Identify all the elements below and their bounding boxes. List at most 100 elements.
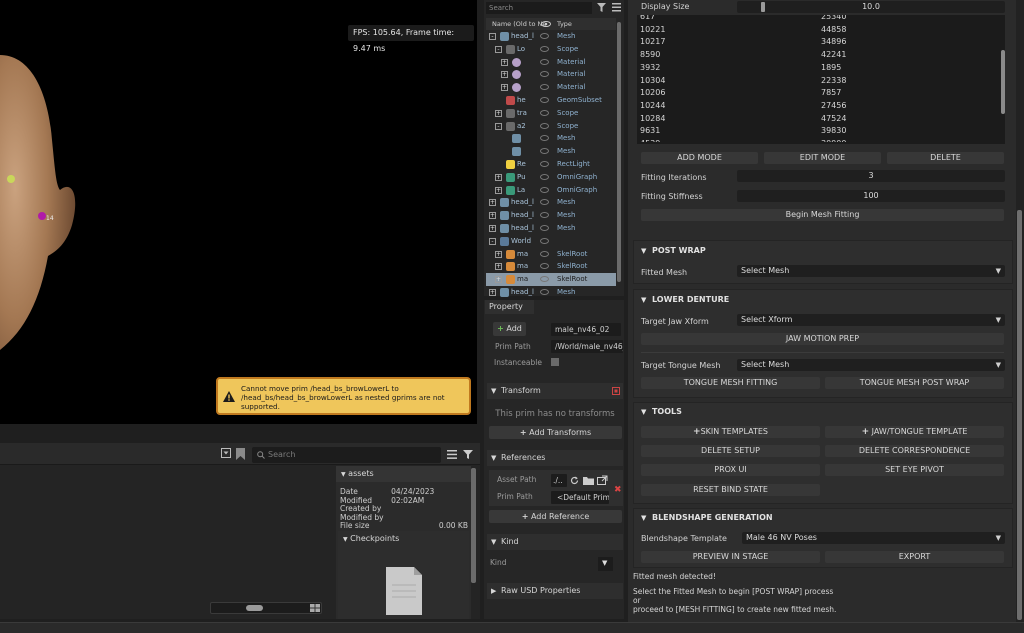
visibility-eye-icon[interactable] (540, 122, 549, 129)
display-size-slider[interactable]: 10.0 (737, 1, 1005, 13)
stage-tree-row[interactable]: - head_l Mesh (486, 30, 616, 43)
scroll-thumb[interactable] (246, 605, 263, 611)
expand-icon[interactable]: + (501, 71, 508, 79)
visibility-eye-icon[interactable] (540, 84, 549, 91)
table-row[interactable]: 10221 44858 (640, 23, 940, 36)
visibility-eye-icon[interactable] (540, 97, 549, 103)
reset-bind-state-button[interactable]: RESET BIND STATE (641, 484, 820, 496)
add-reference-button[interactable]: + Add Reference (489, 510, 622, 523)
set-eye-pivot-button[interactable]: SET EYE PIVOT (825, 464, 1004, 476)
stage-tree-row[interactable]: Mesh (486, 145, 616, 158)
raw-usd-properties-header[interactable]: ▶ Raw USD Properties (487, 583, 623, 599)
visibility-eye-icon[interactable] (540, 250, 549, 257)
visibility-eye-icon[interactable] (540, 186, 549, 193)
kind-header[interactable]: ▼ Kind (487, 534, 623, 550)
column-type[interactable]: Type (557, 18, 572, 30)
table-row[interactable]: 10284 47524 (640, 112, 940, 125)
visibility-eye-icon[interactable] (540, 161, 549, 167)
stage-tree-row[interactable]: + Pu OmniGraph (486, 171, 616, 184)
table-row[interactable]: 10304 22338 (640, 74, 940, 87)
prim-path-field[interactable]: /World/male_nv46_ (551, 340, 623, 353)
stage-tree-row[interactable]: + head_l Mesh (486, 222, 616, 235)
tongue-mesh-fitting-button[interactable]: TONGUE MESH FITTING (641, 377, 820, 389)
export-button[interactable]: EXPORT (825, 551, 1004, 563)
visibility-eye-icon[interactable] (540, 276, 549, 283)
add-button[interactable]: + Add (493, 322, 526, 336)
viewport[interactable]: 14 (0, 0, 477, 424)
expand-icon[interactable]: + (495, 263, 502, 271)
delete-setup-button[interactable]: DELETE SETUP (641, 445, 820, 457)
delete-button[interactable]: DELETE (887, 152, 1004, 164)
visibility-eye-icon[interactable] (540, 135, 549, 142)
asset-path-field[interactable]: ./.. (551, 474, 567, 487)
visibility-eye-icon[interactable] (540, 212, 549, 219)
open-external-icon[interactable] (597, 475, 608, 485)
visibility-eye-icon[interactable] (540, 225, 549, 231)
stage-tree-row[interactable]: + Material (486, 56, 616, 69)
instanceable-checkbox[interactable] (551, 358, 559, 366)
table-row[interactable]: 4539 30000 (640, 137, 940, 142)
stage-tree-row[interactable]: + ma SkelRoot (486, 273, 616, 286)
reference-prim-path-field[interactable]: <Default Prim> (551, 491, 609, 504)
blendshape-header[interactable]: ▼ BLENDSHAPE GENERATION (641, 513, 773, 522)
visibility-eye-icon[interactable] (540, 148, 549, 155)
stage-tree-row[interactable]: + Material (486, 68, 616, 81)
delete-correspondence-button[interactable]: DELETE CORRESPONDENCE (825, 445, 1004, 457)
tongue-mesh-post-wrap-button[interactable]: TONGUE MESH POST WRAP (825, 377, 1004, 389)
blendshape-template-dropdown[interactable]: Male 46 NV Poses ▼ (742, 532, 1005, 544)
table-row[interactable]: 3932 1895 (640, 61, 940, 74)
stage-tree-row[interactable]: + La OmniGraph (486, 184, 616, 197)
jaw-motion-prep-button[interactable]: JAW MOTION PREP (641, 333, 1004, 345)
visibility-eye-icon[interactable] (540, 237, 549, 244)
collapse-icon[interactable]: - (489, 33, 496, 40)
stage-tree-row[interactable]: - World (486, 235, 616, 248)
right-scrollbar-thumb[interactable] (1017, 210, 1022, 620)
prox-ui-button[interactable]: PROX UI (641, 464, 820, 476)
collapse-icon[interactable]: - (495, 45, 502, 53)
preview-in-stage-button[interactable]: PREVIEW IN STAGE (641, 551, 820, 563)
visibility-eye-icon[interactable] (540, 45, 549, 52)
edit-mode-button[interactable]: EDIT MODE (764, 152, 881, 164)
visibility-eye-icon[interactable] (540, 71, 549, 78)
expand-icon[interactable]: + (501, 84, 508, 92)
folder-icon[interactable] (583, 476, 594, 485)
transform-settings-icon[interactable] (612, 387, 620, 395)
table-row[interactable]: 10217 34896 (640, 35, 940, 48)
collapse-icon[interactable]: - (489, 237, 496, 245)
kind-dropdown[interactable]: ▼ (598, 557, 613, 571)
column-name[interactable]: Name (Old to Ne (492, 18, 546, 30)
stage-tree-row[interactable]: - Lo Scope (486, 43, 616, 56)
collapse-icon[interactable]: - (495, 122, 502, 130)
fitted-mesh-dropdown[interactable]: Select Mesh ▼ (737, 265, 1005, 277)
stage-tree-row[interactable]: Mesh (486, 132, 616, 145)
references-header[interactable]: ▼ References (487, 450, 623, 466)
filter-icon[interactable] (597, 3, 606, 12)
remove-reference-icon[interactable]: ✖ (614, 485, 622, 495)
stage-tree-row[interactable]: + head_l Mesh (486, 196, 616, 209)
stage-tree-row[interactable]: Re RectLight (486, 158, 616, 171)
stage-tree-row[interactable]: + head_l Mesh (486, 209, 616, 222)
begin-mesh-fitting-button[interactable]: Begin Mesh Fitting (641, 209, 1004, 221)
assets-header[interactable]: ▼ assets (336, 466, 471, 482)
jaw-tongue-template-button[interactable]: + JAW/TONGUE TEMPLATE (825, 426, 1004, 438)
fitting-stiffness-field[interactable]: 100 (737, 190, 1005, 202)
stage-tree-row[interactable]: + ma SkelRoot (486, 248, 616, 261)
visibility-eye-icon[interactable] (540, 199, 549, 206)
visibility-eye-icon[interactable] (540, 109, 549, 116)
filter-icon[interactable] (463, 450, 473, 459)
visibility-eye-icon[interactable] (540, 33, 549, 39)
landmark-point[interactable] (7, 175, 15, 183)
visibility-eye-icon[interactable] (540, 58, 549, 65)
add-transforms-button[interactable]: + Add Transforms (489, 426, 622, 439)
target-tongue-dropdown[interactable]: Select Mesh ▼ (737, 359, 1005, 371)
expand-icon[interactable]: + (489, 212, 496, 220)
visibility-eye-icon[interactable] (540, 289, 549, 295)
expand-icon[interactable]: + (501, 58, 508, 66)
stage-tree-row[interactable]: - a2 Scope (486, 120, 616, 133)
menu-icon[interactable] (447, 450, 457, 459)
expand-icon[interactable]: + (489, 225, 496, 232)
expand-icon[interactable]: + (495, 250, 502, 258)
tools-header[interactable]: ▼ TOOLS (641, 407, 682, 416)
expand-icon[interactable]: + (495, 173, 502, 181)
slider-handle[interactable] (761, 2, 765, 12)
